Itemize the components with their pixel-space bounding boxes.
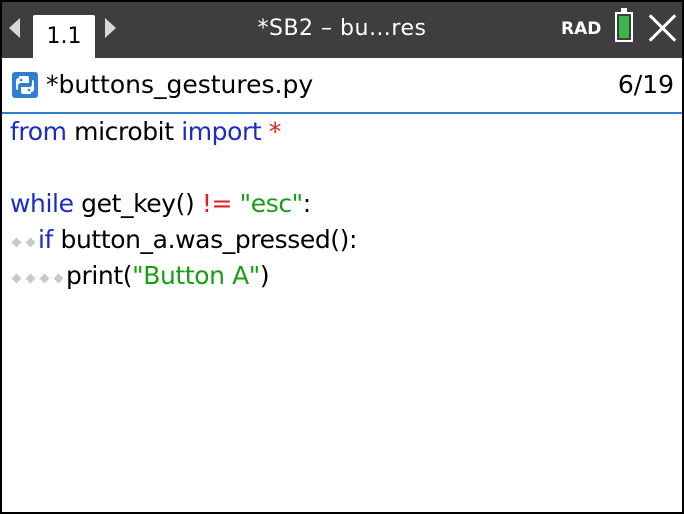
code-line-1[interactable]: from microbit import * [2,114,682,150]
keyword-from: from [10,117,67,146]
python-icon [12,72,38,98]
indent-marker-icon [10,259,66,295]
indent-marker-icon [10,223,38,259]
editor-header: *buttons_gestures.py 6/19 [2,58,682,114]
code-text: ) [259,261,270,290]
code-text: button_a.was_pressed(): [52,225,358,254]
battery-icon [615,8,633,42]
operator-not-equal: != [201,189,233,218]
code-text: : [302,189,311,218]
operator-star: * [268,117,282,146]
line-position: 6/19 [617,70,674,99]
code-text: get_key() [73,189,202,218]
calculator-screen: 1.1 *SB2 – bu…res RAD *buttons_gestures.… [0,0,684,514]
code-text: microbit [66,117,182,146]
code-line-5[interactable]: print("Button A") [2,258,682,294]
keyword-while: while [10,189,74,218]
code-line-3[interactable]: while get_key() != "esc": [2,186,682,222]
code-line-4[interactable]: if button_a.was_pressed(): [2,222,682,258]
code-text: print( [66,261,133,290]
string-literal: "esc" [239,189,304,218]
keyword-import: import [181,117,262,146]
keyword-if: if [38,225,53,254]
code-line-2[interactable] [2,150,682,186]
file-name: *buttons_gestures.py [46,70,314,99]
title-bar: 1.1 *SB2 – bu…res RAD [2,2,682,58]
close-icon[interactable] [648,14,676,42]
string-literal: "Button A" [132,261,260,290]
angle-mode-indicator: RAD [561,19,602,39]
code-editor[interactable]: from microbit import * while get_key() !… [2,114,682,294]
